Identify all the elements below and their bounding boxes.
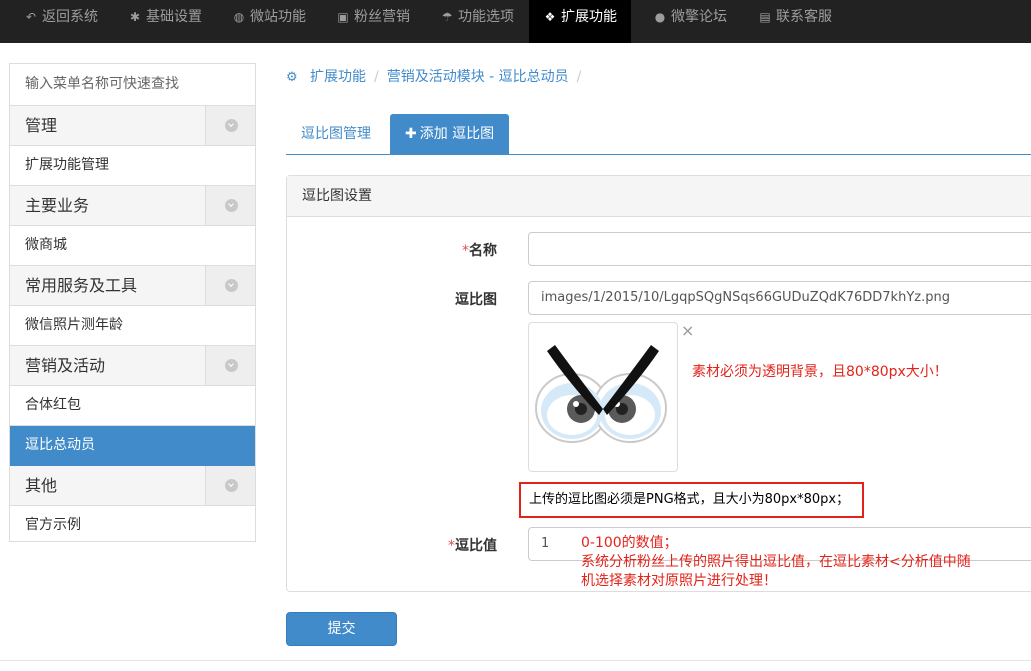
image-preview xyxy=(528,322,678,472)
chevron-down-circle-icon xyxy=(225,359,238,372)
nav-label: 微擎论坛 xyxy=(671,9,727,25)
umbrella-icon: ☂ xyxy=(441,10,453,24)
nav-forum[interactable]: ● 微擎论坛 xyxy=(653,0,727,43)
angry-eyes-image xyxy=(535,345,667,443)
group-toggle[interactable] xyxy=(205,466,255,505)
nav-label: 返回系统 xyxy=(42,9,98,25)
sidebar-group-marketing[interactable]: 营销及活动 xyxy=(10,346,255,386)
comment-icon: ● xyxy=(654,10,666,24)
sidebar-group-title: 其他 xyxy=(25,476,58,495)
nav-microsite[interactable]: ◍ 微站功能 xyxy=(232,0,306,43)
menu-search-input[interactable]: 输入菜单名称可快速查找 xyxy=(10,64,255,106)
name-label-text: 名称 xyxy=(469,243,497,259)
chevron-down-circle-icon xyxy=(225,199,238,212)
sidebar-group-title: 常用服务及工具 xyxy=(25,276,138,295)
breadcrumb-link-module[interactable]: 营销及活动模块 - 逗比总动员 xyxy=(387,69,569,85)
tab-add-doubi[interactable]: ✚ 添加 逗比图 xyxy=(390,114,510,154)
reply-icon: ↶ xyxy=(25,10,37,24)
breadcrumb: ⚙ 扩展功能 / 营销及活动模块 - 逗比总动员 / xyxy=(286,67,589,87)
doubi-value-note-1: 0-100的数值； xyxy=(581,535,678,551)
chevron-down-circle-icon xyxy=(225,119,238,132)
sidebar-menu: 输入菜单名称可快速查找 管理 扩展功能管理 主要业务 微商城 常用服务及工具 微… xyxy=(9,63,256,542)
gift-icon: ▣ xyxy=(337,10,349,24)
footer-divider xyxy=(0,660,1031,661)
nav-label: 联系客服 xyxy=(776,9,832,25)
name-label: *名称 xyxy=(397,240,497,260)
sidebar-group-title: 管理 xyxy=(25,116,58,135)
nav-fan-marketing[interactable]: ▣ 粉丝营销 xyxy=(336,0,410,43)
nav-basic-settings[interactable]: ✱ 基础设置 xyxy=(128,0,202,43)
doubi-value-note-2: 系统分析粉丝上传的照片得出逗比值，在逗比素材<分析值中随 xyxy=(581,554,971,570)
group-toggle[interactable] xyxy=(205,266,255,305)
sidebar-item-official-demo[interactable]: 官方示例 xyxy=(10,506,255,546)
sidebar-group-main-business[interactable]: 主要业务 xyxy=(10,186,255,226)
sidebar-group-other[interactable]: 其他 xyxy=(10,466,255,506)
sidebar-group-title: 主要业务 xyxy=(25,196,90,215)
sidebar-group-services-tools[interactable]: 常用服务及工具 xyxy=(10,266,255,306)
nav-label: 扩展功能 xyxy=(561,9,617,25)
image-label: 逗比图 xyxy=(455,292,497,308)
image-path-input[interactable]: images/1/2015/10/LgqpSQgNSqs66GUDuZQdK76… xyxy=(528,281,1031,315)
doubi-value-label: *逗比值 xyxy=(397,535,497,555)
submit-button[interactable]: 提交 xyxy=(286,612,397,646)
nav-extensions[interactable]: ❖ 扩展功能 xyxy=(529,0,631,43)
sidebar-item-doubi[interactable]: 逗比总动员 xyxy=(10,426,255,466)
briefcase-icon: ▤ xyxy=(759,10,771,24)
required-mark: * xyxy=(448,538,455,554)
panel-title: 逗比图设置 xyxy=(287,176,1031,217)
remove-image-button[interactable]: × xyxy=(681,322,694,340)
breadcrumb-separator: / xyxy=(576,69,582,85)
tab-doubi-management[interactable]: 逗比图管理 xyxy=(286,114,386,154)
top-navbar: ↶ 返回系统 ✱ 基础设置 ◍ 微站功能 ▣ 粉丝营销 ☂ 功能选项 ❖ 扩展功能 ● 微擎论… xyxy=(0,0,1031,43)
png-format-note: 上传的逗比图必须是PNG格式，且大小为80px*80px； xyxy=(519,482,864,518)
globe-icon: ◍ xyxy=(233,10,245,24)
nav-label: 功能选项 xyxy=(458,9,514,25)
group-toggle[interactable] xyxy=(205,106,255,145)
name-input[interactable] xyxy=(528,232,1031,266)
tab-bar: 逗比图管理 ✚ 添加 逗比图 xyxy=(286,114,1031,155)
cogs-icon: ⚙ xyxy=(286,70,298,85)
group-toggle[interactable] xyxy=(205,186,255,225)
cubes-icon: ❖ xyxy=(544,10,556,24)
sidebar-group-title: 营销及活动 xyxy=(25,356,106,375)
gear-icon: ✱ xyxy=(129,10,141,24)
breadcrumb-separator: / xyxy=(374,69,379,85)
group-toggle[interactable] xyxy=(205,346,255,385)
nav-label: 微站功能 xyxy=(250,9,306,25)
doubi-value-label-text: 逗比值 xyxy=(455,538,497,554)
sidebar-item-extension-management[interactable]: 扩展功能管理 xyxy=(10,146,255,186)
chevron-down-circle-icon xyxy=(225,479,238,492)
sidebar-group-manage[interactable]: 管理 xyxy=(10,106,255,146)
nav-function-options[interactable]: ☂ 功能选项 xyxy=(440,0,514,43)
image-requirement-note: 素材必须为透明背景，且80*80px大小！ xyxy=(692,364,948,380)
plus-icon: ✚ xyxy=(405,126,417,142)
tab-label: 添加 逗比图 xyxy=(419,126,495,142)
doubi-value-note-3: 机选择素材对原照片进行处理！ xyxy=(581,573,777,589)
nav-customer-service[interactable]: ▤ 联系客服 xyxy=(758,0,832,43)
nav-label: 基础设置 xyxy=(146,9,202,25)
sidebar-item-combo-red-packet[interactable]: 合体红包 xyxy=(10,386,255,426)
nav-label: 粉丝营销 xyxy=(354,9,410,25)
sidebar-item-photo-age[interactable]: 微信照片测年龄 xyxy=(10,306,255,346)
nav-return-system[interactable]: ↶ 返回系统 xyxy=(24,0,98,43)
sidebar-item-micro-mall[interactable]: 微商城 xyxy=(10,226,255,266)
breadcrumb-link-extensions[interactable]: 扩展功能 xyxy=(310,69,366,85)
chevron-down-circle-icon xyxy=(225,279,238,292)
required-mark: * xyxy=(462,243,469,259)
